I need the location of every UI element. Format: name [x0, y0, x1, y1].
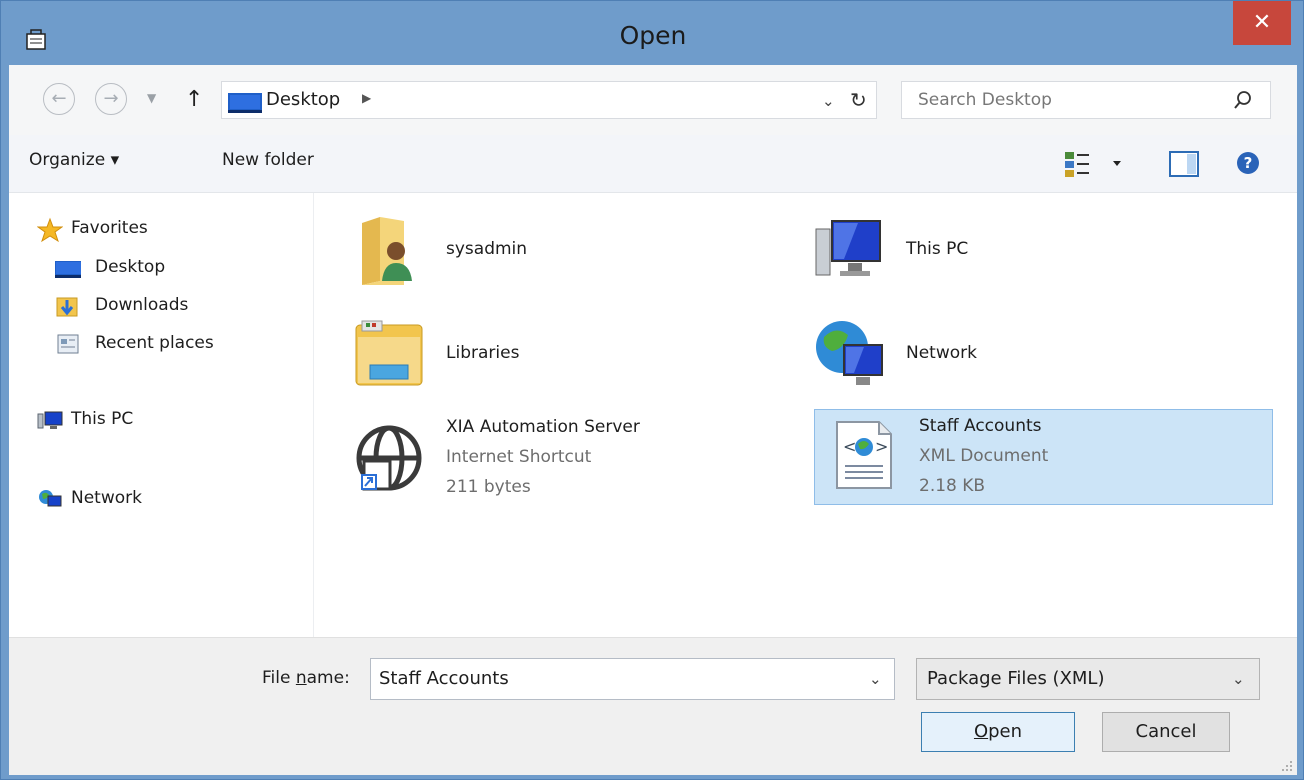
file-type: Internet Shortcut	[446, 447, 592, 467]
file-item-libraries[interactable]: Libraries	[314, 305, 774, 401]
cancel-button[interactable]: Cancel	[1102, 712, 1230, 752]
label-part: ame:	[306, 668, 350, 688]
file-type-value[interactable]: Package Files (XML)	[927, 668, 1105, 689]
file-item-this-pc[interactable]: This PC	[774, 201, 1234, 297]
address-bar[interactable]: Desktop ▶ ⌄ ↻	[221, 81, 877, 119]
file-item-xia-automation-server[interactable]: XIA Automation Server Internet Shortcut …	[314, 409, 774, 505]
sidebar-label-this-pc: This PC	[71, 409, 134, 429]
search-input[interactable]: Search Desktop	[918, 90, 1052, 110]
file-name-value[interactable]: Staff Accounts	[379, 668, 509, 689]
file-size: 2.18 KB	[919, 476, 986, 496]
file-selection-panel: File name: Staff Accounts ⌄ Package File…	[9, 637, 1297, 775]
file-name-label: File name:	[262, 668, 350, 688]
file-size: 211 bytes	[446, 477, 531, 497]
label-mnemonic: n	[295, 668, 307, 688]
content-area: Favorites Desktop Downloads Recent place…	[9, 193, 1297, 637]
sidebar-label-desktop: Desktop	[95, 257, 166, 277]
file-name: sysadmin	[446, 239, 528, 259]
change-view-icon[interactable]	[1063, 149, 1133, 179]
downloads-icon	[56, 297, 78, 317]
window-title: Open	[619, 21, 687, 50]
desktop-icon	[228, 93, 262, 113]
close-button[interactable]: ✕	[1233, 1, 1291, 45]
resize-grip-icon[interactable]	[1279, 758, 1293, 772]
address-location[interactable]: Desktop	[266, 89, 340, 110]
web-shortcut-icon	[356, 425, 422, 491]
forward-button[interactable]: →	[95, 83, 127, 115]
address-dropdown-icon[interactable]: ⌄	[822, 92, 835, 110]
navigation-bar: ← → ▼ ↑ Desktop ▶ ⌄ ↻ Search Desktop	[9, 65, 1297, 135]
file-item-sysadmin[interactable]: sysadmin	[314, 201, 774, 297]
computer-icon	[37, 411, 63, 429]
open-dialog: Open ✕ ← → ▼ ↑ Desktop ▶ ⌄ ↻ Search Desk…	[0, 0, 1304, 780]
dialog-body: ← → ▼ ↑ Desktop ▶ ⌄ ↻ Search Desktop Org…	[9, 65, 1297, 775]
network-icon	[39, 490, 62, 507]
chevron-down-icon[interactable]: ⌄	[1232, 670, 1245, 688]
back-button[interactable]: ←	[43, 83, 75, 115]
xml-document-icon: < >	[836, 421, 892, 489]
desktop-icon	[55, 261, 81, 278]
file-name: This PC	[906, 239, 969, 259]
new-folder-button[interactable]: New folder	[222, 150, 314, 170]
star-icon	[37, 217, 63, 243]
file-item-network[interactable]: Network	[774, 305, 1234, 401]
chevron-down-icon[interactable]: ⌄	[869, 670, 882, 688]
preview-pane-icon[interactable]	[1169, 151, 1199, 177]
sidebar-label-downloads: Downloads	[95, 295, 189, 315]
open-label: pen	[988, 721, 1023, 742]
svg-text:>: >	[875, 437, 888, 456]
help-icon[interactable]: ?	[1235, 150, 1261, 176]
file-list: sysadmin This PC Libraries Network XIA A…	[314, 193, 1297, 637]
svg-text:<: <	[843, 437, 856, 456]
computer-icon	[815, 220, 881, 276]
file-type-select[interactable]: Package Files (XML) ⌄	[916, 658, 1260, 700]
breadcrumb-arrow-icon[interactable]: ▶	[362, 91, 371, 105]
recent-locations-dropdown[interactable]: ▼	[147, 91, 156, 105]
up-button[interactable]: ↑	[185, 87, 203, 112]
sidebar-label-favorites: Favorites	[71, 218, 148, 238]
navigation-pane: Favorites Desktop Downloads Recent place…	[9, 193, 314, 637]
libraries-icon	[355, 320, 423, 386]
file-name: Staff Accounts	[919, 416, 1042, 436]
search-icon[interactable]	[1232, 89, 1254, 111]
file-item-staff-accounts[interactable]: < > Staff Accounts XML Document 2.18 KB	[814, 409, 1273, 505]
organize-menu[interactable]: Organize ▾	[29, 150, 119, 170]
recent-places-icon	[57, 334, 79, 354]
refresh-icon[interactable]: ↻	[850, 88, 867, 112]
label-part: File	[262, 668, 296, 688]
file-type: XML Document	[919, 446, 1049, 466]
user-folder-icon	[362, 217, 412, 285]
command-toolbar: Organize ▾ New folder ?	[9, 135, 1297, 193]
file-name-field[interactable]: Staff Accounts ⌄	[370, 658, 895, 700]
svg-text:?: ?	[1244, 154, 1253, 172]
sidebar-label-network: Network	[71, 488, 142, 508]
network-globe-icon	[816, 321, 883, 385]
open-button[interactable]: Open	[921, 712, 1075, 752]
search-box[interactable]: Search Desktop	[901, 81, 1271, 119]
file-name: XIA Automation Server	[446, 417, 640, 437]
file-name: Libraries	[446, 343, 520, 363]
sidebar-label-recent-places: Recent places	[95, 333, 214, 353]
file-name: Network	[906, 343, 977, 363]
open-mnemonic: O	[973, 721, 989, 742]
